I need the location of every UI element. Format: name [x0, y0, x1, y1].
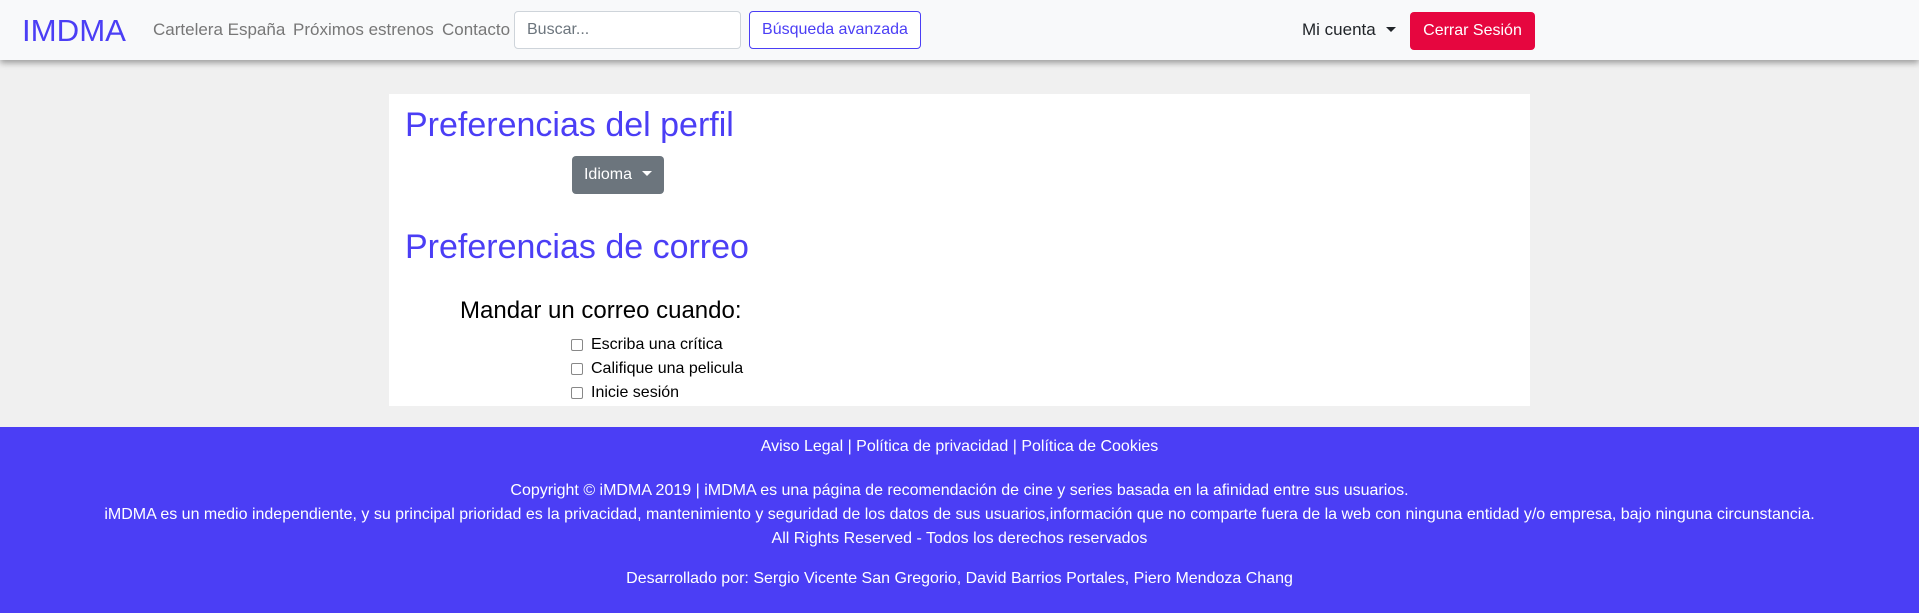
language-label: Idioma — [583, 166, 633, 183]
nav-link-cartelera[interactable]: Cartelera España — [153, 20, 285, 40]
language-dropdown-button[interactable]: Idioma — [572, 156, 664, 194]
footer-developers: Desarrollado por: Sergio Vicente San Gre… — [626, 570, 1293, 587]
account-dropdown[interactable]: Mi cuenta — [1302, 20, 1396, 40]
footer-rights: All Rights Reserved - Todos los derechos… — [771, 530, 1148, 547]
account-label: Mi cuenta — [1302, 20, 1376, 39]
option-califique[interactable]: Califique una pelicula — [571, 360, 743, 378]
brand-logo[interactable]: IMDMA — [22, 12, 127, 46]
logo-text: IMDMA — [22, 13, 126, 46]
nav-link-proximos-estrenos[interactable]: Próximos estrenos — [293, 20, 434, 40]
checkbox[interactable] — [571, 339, 583, 351]
option-label: Inicie sesión — [591, 384, 680, 401]
search-input[interactable] — [514, 11, 741, 49]
navbar: IMDMA Cartelera España Próximos estrenos… — [0, 0, 1919, 60]
option-critica[interactable]: Escriba una crítica — [571, 336, 723, 354]
caret-down-icon — [642, 171, 653, 176]
option-label: Califique una pelicula — [591, 360, 744, 377]
option-label: Escriba una crítica — [591, 336, 723, 353]
preferences-panel: Preferencias del perfil Idioma Preferenc… — [389, 94, 1530, 406]
footer-copyright: Copyright © iMDMA 2019 | iMDMA es una pá… — [510, 482, 1409, 499]
mail-preferences-title: Preferencias de correo — [405, 228, 749, 266]
profile-preferences-title: Preferencias del perfil — [405, 106, 734, 144]
nav-link-contacto[interactable]: Contacto — [442, 20, 510, 40]
logout-button[interactable]: Cerrar Sesión — [1410, 12, 1535, 50]
caret-down-icon — [1385, 27, 1396, 32]
advanced-search-button[interactable]: Búsqueda avanzada — [749, 11, 921, 49]
footer-links[interactable]: Aviso Legal | Política de privacidad | P… — [0, 438, 1919, 456]
footer-description: iMDMA es un medio independiente, y su pr… — [104, 506, 1815, 523]
option-inicie-sesion[interactable]: Inicie sesión — [571, 384, 679, 402]
checkbox[interactable] — [571, 363, 583, 375]
footer: Aviso Legal | Política de privacidad | P… — [0, 427, 1919, 613]
checkbox[interactable] — [571, 387, 583, 399]
mail-heading: Mandar un correo cuando: — [460, 297, 742, 324]
